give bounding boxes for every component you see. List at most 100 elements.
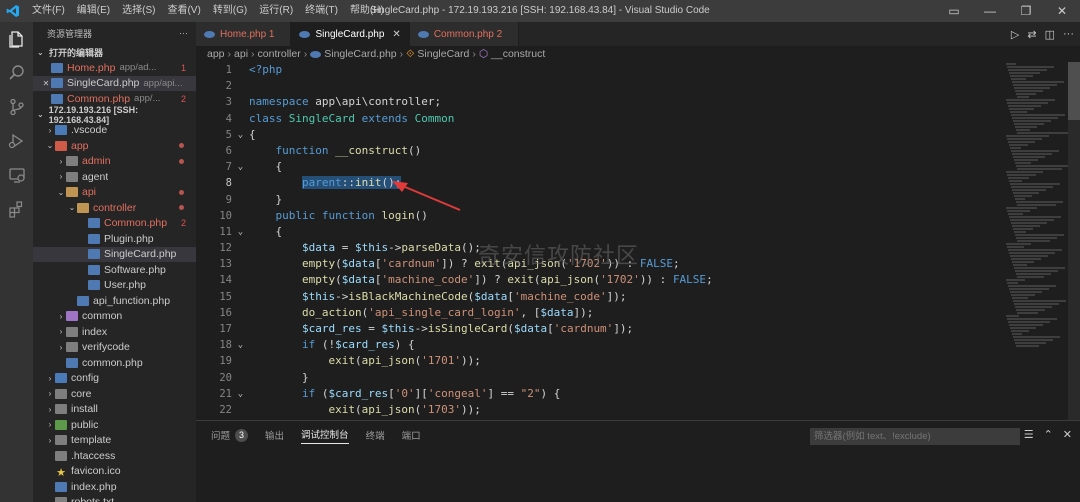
editor-tab[interactable]: Home.php 1 [196,22,292,46]
open-editor-item[interactable]: Common.php app/... 2 [33,91,196,107]
menu-item[interactable]: 查看(V) [161,0,206,22]
more-actions-icon[interactable]: ··· [179,28,188,38]
code-line[interactable]: 21 ⌄ if ($card_res['0']['congeal'] == "2"… [196,386,1006,402]
extensions-icon[interactable] [0,192,33,226]
fold-chevron-icon[interactable]: ⌄ [232,159,249,175]
editor-tab[interactable]: Common.php 2 [409,22,520,46]
restore-icon[interactable]: ❐ [1008,0,1044,22]
tree-item[interactable]: ⌄ app [33,138,196,154]
tree-item[interactable]: › public [33,417,196,433]
code-line[interactable]: 20 } [196,370,1006,386]
tree-item[interactable]: › core [33,386,196,402]
breadcrumb-item[interactable]: app [207,48,225,60]
menu-item[interactable]: 编辑(E) [71,0,116,22]
tree-item[interactable]: ⌄ api [33,185,196,201]
editor-scrollbar[interactable] [1068,62,1080,420]
menu-item[interactable]: 转到(G) [207,0,253,22]
code-line[interactable]: 17 $card_res = $this->isSingleCard($data… [196,321,1006,337]
menu-item[interactable]: 帮助(H) [344,0,390,22]
fold-chevron-icon[interactable]: ⌄ [232,386,249,402]
tree-item[interactable]: .htaccess [33,448,196,464]
panel-tab[interactable]: 问题 3 [211,428,249,442]
tree-item[interactable]: User.php [33,278,196,294]
tree-item[interactable]: robots.txt [33,495,196,502]
menu-item[interactable]: 运行(R) [253,0,299,22]
tree-item[interactable]: Plugin.php [33,231,196,247]
menu-item[interactable]: 文件(F) [26,0,71,22]
close-icon[interactable]: ✕ [41,79,51,88]
code-line[interactable]: 1 <?php [196,62,1006,78]
filter-input[interactable] [810,428,1020,445]
tree-item[interactable]: Common.php 2 [33,216,196,232]
tree-item[interactable]: › agent [33,169,196,185]
code-line[interactable]: 4 class SingleCard extends Common [196,111,1006,127]
fold-chevron-icon[interactable]: ⌄ [232,224,249,240]
tree-item[interactable]: ⌄ controller [33,200,196,216]
maximize-panel-icon[interactable]: ⌃ [1044,428,1053,441]
run-icon[interactable]: ▷ [1011,28,1019,41]
code-line[interactable]: 16 do_action('api_single_card_login', [$… [196,305,1006,321]
run-debug-icon[interactable] [0,124,33,158]
open-editor-item[interactable]: ✕ SingleCard.php app/api... [33,75,196,91]
tree-item[interactable]: index.php [33,479,196,495]
panel-tab[interactable]: 终端 [366,428,385,442]
code-line[interactable]: 6 function __construct() [196,143,1006,159]
panel-tab[interactable]: 输出 [265,428,284,442]
tree-item[interactable]: › config [33,371,196,387]
code-line[interactable]: 9 } [196,192,1006,208]
minimap[interactable] [1006,62,1069,420]
breadcrumb-item[interactable]: SingleCard [417,48,469,60]
workspace-header[interactable]: ⌄ 172.19.193.216 [SSH: 192.168.43.84] [33,105,196,125]
menu-item[interactable]: 终端(T) [299,0,344,22]
tree-item[interactable]: Software.php [33,262,196,278]
tree-item[interactable]: SingleCard.php [33,246,196,262]
tree-item[interactable]: common.php [33,355,196,371]
breadcrumb-item[interactable]: SingleCard.php [324,48,396,60]
split-editor-icon[interactable]: ◫ [1045,28,1055,41]
tree-item[interactable]: › common [33,309,196,325]
code-line[interactable]: 5 ⌄{ [196,127,1006,143]
more-icon[interactable]: ··· [1063,28,1074,40]
scrollbar-thumb[interactable] [1068,62,1080,120]
source-control-icon[interactable] [0,90,33,124]
search-icon[interactable] [0,56,33,90]
open-changes-icon[interactable]: ⇄ [1027,28,1036,41]
code-line[interactable]: 8 parent::init(); [196,175,1006,191]
tree-item[interactable]: ★ favicon.ico [33,464,196,479]
fold-chevron-icon[interactable]: ⌄ [232,127,249,143]
close-tab-icon[interactable]: ✕ [392,29,400,40]
code-line[interactable]: 18 ⌄ if (!$card_res) { [196,337,1006,353]
tree-item[interactable]: › template [33,433,196,449]
panel-tab[interactable]: 调试控制台 [301,427,349,444]
tree-item[interactable]: › verifycode [33,340,196,356]
code-line[interactable]: 7 ⌄ { [196,159,1006,175]
explorer-icon[interactable] [0,22,33,56]
tree-item[interactable]: › .vscode [33,123,196,139]
clear-icon[interactable]: ☰ [1024,428,1034,441]
minimize-icon[interactable]: — [972,0,1008,22]
breadcrumb-item[interactable]: api [234,48,248,60]
close-window-icon[interactable]: ✕ [1044,0,1080,22]
tree-item[interactable]: api_function.php [33,293,196,309]
code-line[interactable]: 15 $this->isBlackMachineCode($data['mach… [196,289,1006,305]
remote-explorer-icon[interactable] [0,158,33,192]
code-line[interactable]: 14 empty($data['machine_code']) ? exit(a… [196,272,1006,288]
code-line[interactable]: 22 exit(api_json('1703')); [196,402,1006,418]
editor-tab[interactable]: SingleCard.php ✕ [291,22,410,46]
close-panel-icon[interactable]: ✕ [1063,428,1072,441]
tree-item[interactable]: › install [33,402,196,418]
code-line[interactable]: 10 public function login() [196,208,1006,224]
open-editors-header[interactable]: ⌄ 打开的编辑器 [33,44,196,60]
code-line[interactable]: 19 exit(api_json('1701')); [196,353,1006,369]
code-line[interactable]: 2 [196,78,1006,94]
code-line[interactable]: 3 namespace app\api\controller; [196,94,1006,110]
panel-tab[interactable]: 端口 [402,428,421,442]
open-editor-item[interactable]: Home.php app/ad... 1 [33,60,196,76]
breadcrumb-item[interactable]: controller [258,48,301,60]
tree-item[interactable]: › admin [33,154,196,170]
menu-item[interactable]: 选择(S) [116,0,161,22]
breadcrumb-item[interactable]: __construct [491,48,545,60]
layout-icon[interactable]: ▭ [936,0,972,22]
fold-chevron-icon[interactable]: ⌄ [232,337,249,353]
tree-item[interactable]: › index [33,324,196,340]
